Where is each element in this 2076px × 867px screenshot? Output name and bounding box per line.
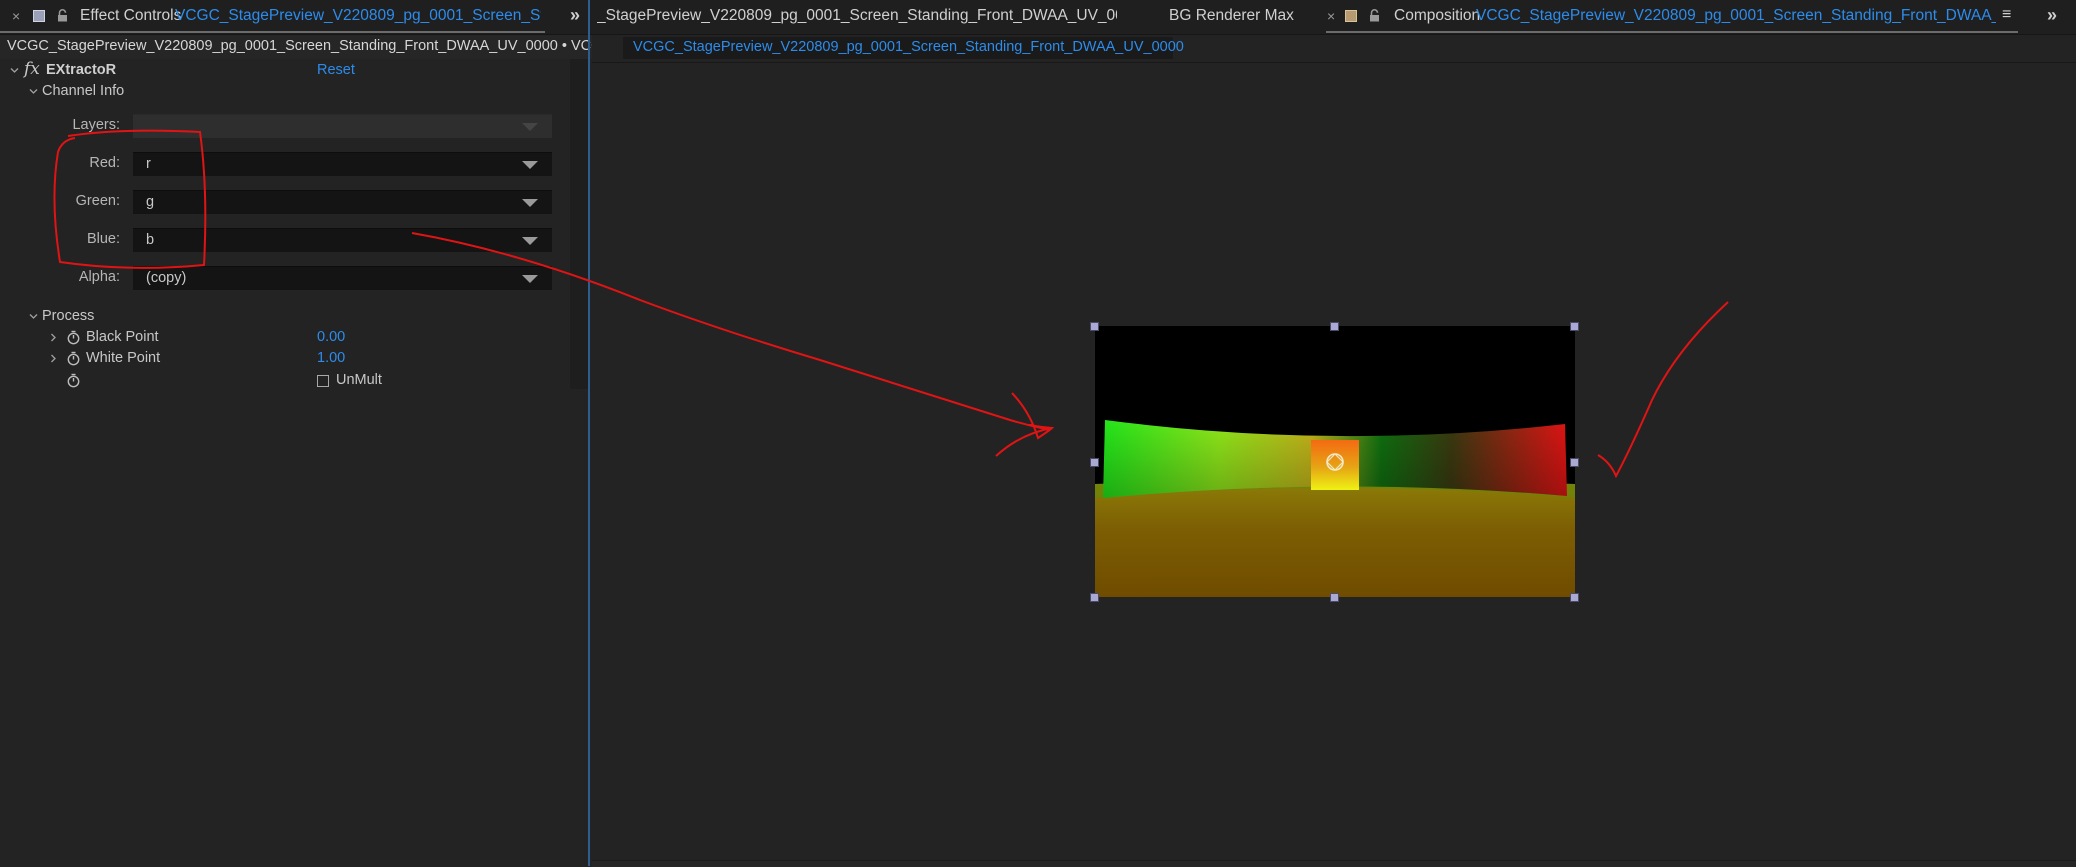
white-point-value[interactable]: 1.00 xyxy=(317,350,345,366)
chevron-down-icon[interactable] xyxy=(29,312,38,321)
composition-canvas[interactable] xyxy=(1095,326,1575,597)
transform-handle[interactable] xyxy=(1570,593,1579,602)
lock-icon[interactable] xyxy=(57,9,68,22)
fx-icon[interactable]: fx xyxy=(24,59,40,79)
green-channel-value: g xyxy=(146,194,155,210)
uv-render-image xyxy=(1095,326,1575,597)
composition-nav-label[interactable]: VCGC_StagePreview_V220809_pg_0001_Screen… xyxy=(633,39,1184,55)
blue-channel-value: b xyxy=(146,232,155,248)
breadcrumb-text[interactable]: VCGC_StagePreview_V220809_pg_0001_Screen… xyxy=(7,38,592,54)
channel-info-header[interactable]: Channel Info xyxy=(42,83,124,99)
alpha-label: Alpha: xyxy=(78,269,120,285)
process-header[interactable]: Process xyxy=(42,308,94,324)
composition-icon[interactable] xyxy=(1345,10,1357,22)
panel-menu-icon[interactable] xyxy=(33,10,45,22)
unmult-checkbox[interactable] xyxy=(317,375,329,387)
chevron-right-icon[interactable] xyxy=(49,333,58,342)
composition-nav-chip[interactable]: VCGC_StagePreview_V220809_pg_0001_Screen… xyxy=(623,37,1184,59)
viewer-tabbar: _StagePreview_V220809_pg_0001_Screen_Sta… xyxy=(592,0,2076,35)
black-point-value[interactable]: 0.00 xyxy=(317,329,345,345)
stopwatch-icon[interactable] xyxy=(66,330,81,345)
transform-handle[interactable] xyxy=(1090,593,1099,602)
red-channel-dropdown[interactable]: r xyxy=(133,152,552,176)
unmult-label[interactable]: UnMult xyxy=(336,372,382,388)
active-tab-underline xyxy=(0,31,545,33)
close-tab-icon[interactable]: × xyxy=(1327,8,1335,24)
stopwatch-icon[interactable] xyxy=(66,373,81,388)
reset-button[interactable]: Reset xyxy=(317,62,355,78)
transform-handle[interactable] xyxy=(1090,322,1099,331)
dropdown-arrow-icon xyxy=(522,237,538,245)
blue-label: Blue: xyxy=(86,231,120,247)
chevron-down-icon[interactable] xyxy=(29,87,38,96)
transform-handle[interactable] xyxy=(1330,593,1339,602)
chevron-down-icon[interactable] xyxy=(10,66,19,75)
green-label: Green: xyxy=(75,193,120,209)
breadcrumb: VCGC_StagePreview_V220809_pg_0001_Screen… xyxy=(0,35,592,59)
tab-overflow-icon[interactable]: » xyxy=(2047,5,2057,26)
red-label: Red: xyxy=(89,155,120,171)
tab-overflow-icon[interactable]: » xyxy=(570,5,580,26)
transform-handle[interactable] xyxy=(1570,458,1579,467)
alpha-channel-value: (copy) xyxy=(146,270,187,286)
transform-handle[interactable] xyxy=(1570,322,1579,331)
transform-handle[interactable] xyxy=(1090,458,1099,467)
dropdown-arrow-icon xyxy=(522,161,538,169)
effect-controls-tab-title[interactable]: Effect Controls xyxy=(80,7,181,25)
panel-menu-icon[interactable]: ≡ xyxy=(2002,6,2011,24)
lock-icon[interactable] xyxy=(1369,9,1380,22)
dropdown-arrow-icon xyxy=(522,199,538,207)
panel-scroll-gutter xyxy=(570,59,588,389)
dropdown-arrow-icon xyxy=(522,123,538,131)
chevron-right-icon[interactable] xyxy=(49,354,58,363)
tab-composition-title[interactable]: Composition xyxy=(1394,7,1480,25)
black-point-label: Black Point xyxy=(86,329,159,345)
tab-footage[interactable]: _StagePreview_V220809_pg_0001_Screen_Sta… xyxy=(597,7,1117,25)
blue-channel-dropdown[interactable]: b xyxy=(133,228,552,252)
close-tab-icon[interactable]: × xyxy=(12,8,20,24)
white-point-label: White Point xyxy=(86,350,161,366)
alpha-channel-dropdown[interactable]: (copy) xyxy=(133,266,552,290)
composition-name-link[interactable]: VCGC_StagePreview_V220809_pg_0001_Screen… xyxy=(1476,7,1996,25)
layers-dropdown[interactable] xyxy=(133,114,552,138)
dropdown-arrow-icon xyxy=(522,275,538,283)
active-tab-underline xyxy=(1326,31,2018,33)
transform-handle[interactable] xyxy=(1330,322,1339,331)
tab-bg-renderer-max[interactable]: BG Renderer Max xyxy=(1169,7,1294,25)
green-channel-dropdown[interactable]: g xyxy=(133,190,552,214)
red-channel-value: r xyxy=(146,156,151,172)
effect-name[interactable]: EXtractoR xyxy=(46,62,116,78)
effect-controls-layer-link[interactable]: VCGC_StagePreview_V220809_pg_0001_Screen… xyxy=(175,7,541,25)
layers-label: Layers: xyxy=(72,117,120,133)
panel-focus-border xyxy=(588,0,590,866)
stopwatch-icon[interactable] xyxy=(66,351,81,366)
effect-controls-tabbar: × Effect Controls VCGC_StagePreview_V220… xyxy=(0,0,592,35)
